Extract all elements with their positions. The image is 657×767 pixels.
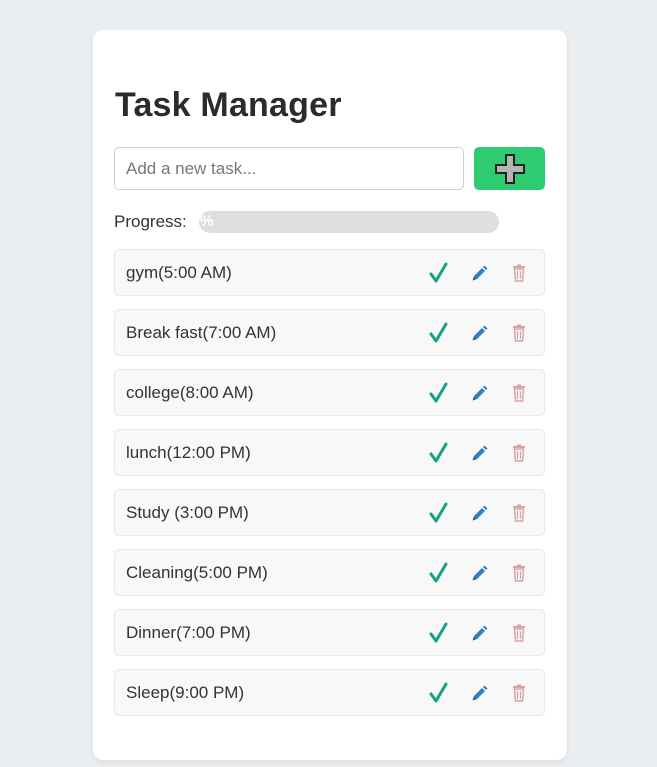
task-text: Cleaning(5:00 PM) [126,563,268,582]
task-item: Sleep(9:00 PM) [114,669,545,716]
progress-bar: 0% [198,211,499,233]
edit-task-button[interactable] [468,501,492,525]
delete-task-button[interactable] [507,441,531,465]
task-text: lunch(12:00 PM) [126,443,251,462]
complete-task-button[interactable] [427,681,451,705]
task-text: college(8:00 AM) [126,383,254,402]
progress-percent: 0% [199,213,214,230]
task-item: Dinner(7:00 PM) [114,609,545,656]
add-task-button[interactable] [474,147,545,190]
delete-task-button[interactable] [507,621,531,645]
trash-icon [513,504,525,522]
edit-task-button[interactable] [468,261,492,285]
checkmark-icon [429,562,448,583]
pencil-icon [472,385,488,401]
delete-task-button[interactable] [507,681,531,705]
trash-icon [513,684,525,702]
task-list: gym(5:00 AM) Break fast(7:00 AM) college… [114,249,545,729]
task-manager-card: Task Manager Progress: 0% gym(5:00 AM) [93,30,567,760]
checkmark-icon [429,442,448,463]
task-item: college(8:00 AM) [114,369,545,416]
page-title: Task Manager [115,86,342,124]
edit-task-button[interactable] [468,681,492,705]
new-task-input[interactable] [114,147,464,190]
complete-task-button[interactable] [427,381,451,405]
delete-task-button[interactable] [507,321,531,345]
pencil-icon [472,685,488,701]
plus-icon [494,153,525,184]
complete-task-button[interactable] [427,261,451,285]
trash-icon [513,444,525,462]
checkmark-icon [429,502,448,523]
checkmark-icon [429,382,448,403]
checkmark-icon [429,622,448,643]
task-text: Break fast(7:00 AM) [126,323,277,342]
pencil-icon [472,565,488,581]
pencil-icon [472,445,488,461]
complete-task-button[interactable] [427,621,451,645]
task-text: Dinner(7:00 PM) [126,623,251,642]
edit-task-button[interactable] [468,621,492,645]
edit-task-button[interactable] [468,381,492,405]
trash-icon [513,624,525,642]
pencil-icon [472,265,488,281]
task-text: Sleep(9:00 PM) [126,683,245,702]
checkmark-icon [429,262,448,283]
delete-task-button[interactable] [507,561,531,585]
progress-label: Progress: [114,212,187,231]
task-item: lunch(12:00 PM) [114,429,545,476]
delete-task-button[interactable] [507,501,531,525]
delete-task-button[interactable] [507,261,531,285]
complete-task-button[interactable] [427,501,451,525]
task-item: Cleaning(5:00 PM) [114,549,545,596]
task-text: gym(5:00 AM) [126,263,232,282]
pencil-icon [472,625,488,641]
task-item: Break fast(7:00 AM) [114,309,545,356]
edit-task-button[interactable] [468,561,492,585]
trash-icon [513,264,525,282]
edit-task-button[interactable] [468,441,492,465]
task-text: Study (3:00 PM) [126,503,249,522]
progress-section: Progress: 0% [114,211,499,233]
checkmark-icon [429,682,448,703]
delete-task-button[interactable] [507,381,531,405]
trash-icon [513,324,525,342]
pencil-icon [472,325,488,341]
trash-icon [513,384,525,402]
complete-task-button[interactable] [427,441,451,465]
complete-task-button[interactable] [427,561,451,585]
edit-task-button[interactable] [468,321,492,345]
complete-task-button[interactable] [427,321,451,345]
pencil-icon [472,505,488,521]
task-item: gym(5:00 AM) [114,249,545,296]
task-item: Study (3:00 PM) [114,489,545,536]
trash-icon [513,564,525,582]
checkmark-icon [429,322,448,343]
